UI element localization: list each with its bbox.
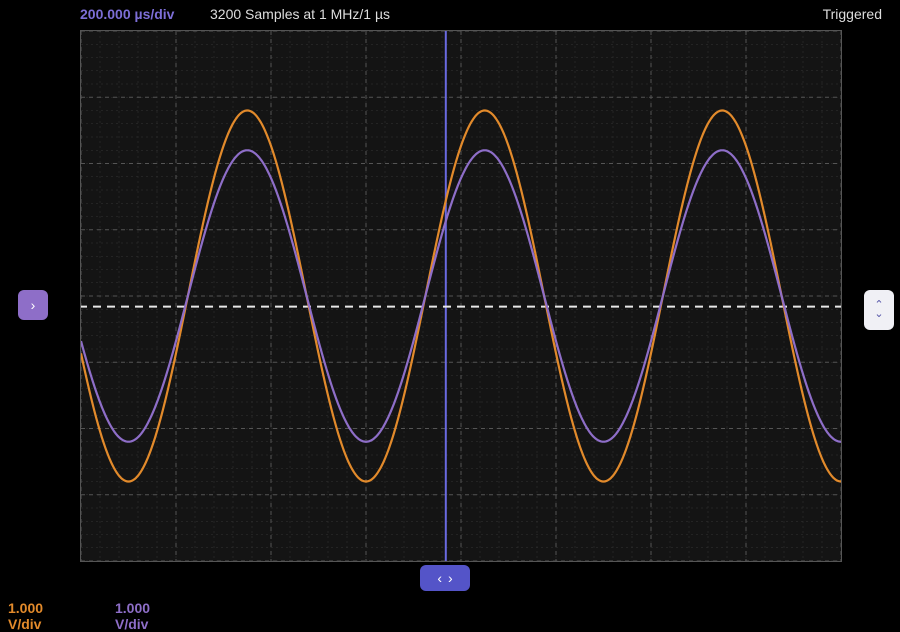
- time-offset-handle[interactable]: ‹ ›: [420, 565, 470, 591]
- oscilloscope-plot[interactable]: [80, 30, 842, 562]
- chevron-right-icon: ›: [448, 570, 453, 586]
- trigger-level-handle[interactable]: ⌃ ⌄: [864, 290, 894, 330]
- channel-offset-handle[interactable]: ›: [18, 290, 48, 320]
- ch1-vdiv-label[interactable]: 1.000 V/div: [8, 600, 43, 632]
- chevron-left-icon: ‹: [437, 570, 442, 586]
- chevron-down-icon: ⌄: [874, 310, 883, 319]
- trigger-status-label: Triggered: [823, 6, 882, 22]
- timebase-label[interactable]: 200.000 µs/div: [80, 6, 174, 22]
- ch2-vdiv-label[interactable]: 1.000 V/div: [115, 600, 150, 632]
- scope-canvas: [81, 31, 841, 561]
- sample-info-label: 3200 Samples at 1 MHz/1 µs: [210, 6, 390, 22]
- chevron-right-icon: ›: [31, 297, 36, 313]
